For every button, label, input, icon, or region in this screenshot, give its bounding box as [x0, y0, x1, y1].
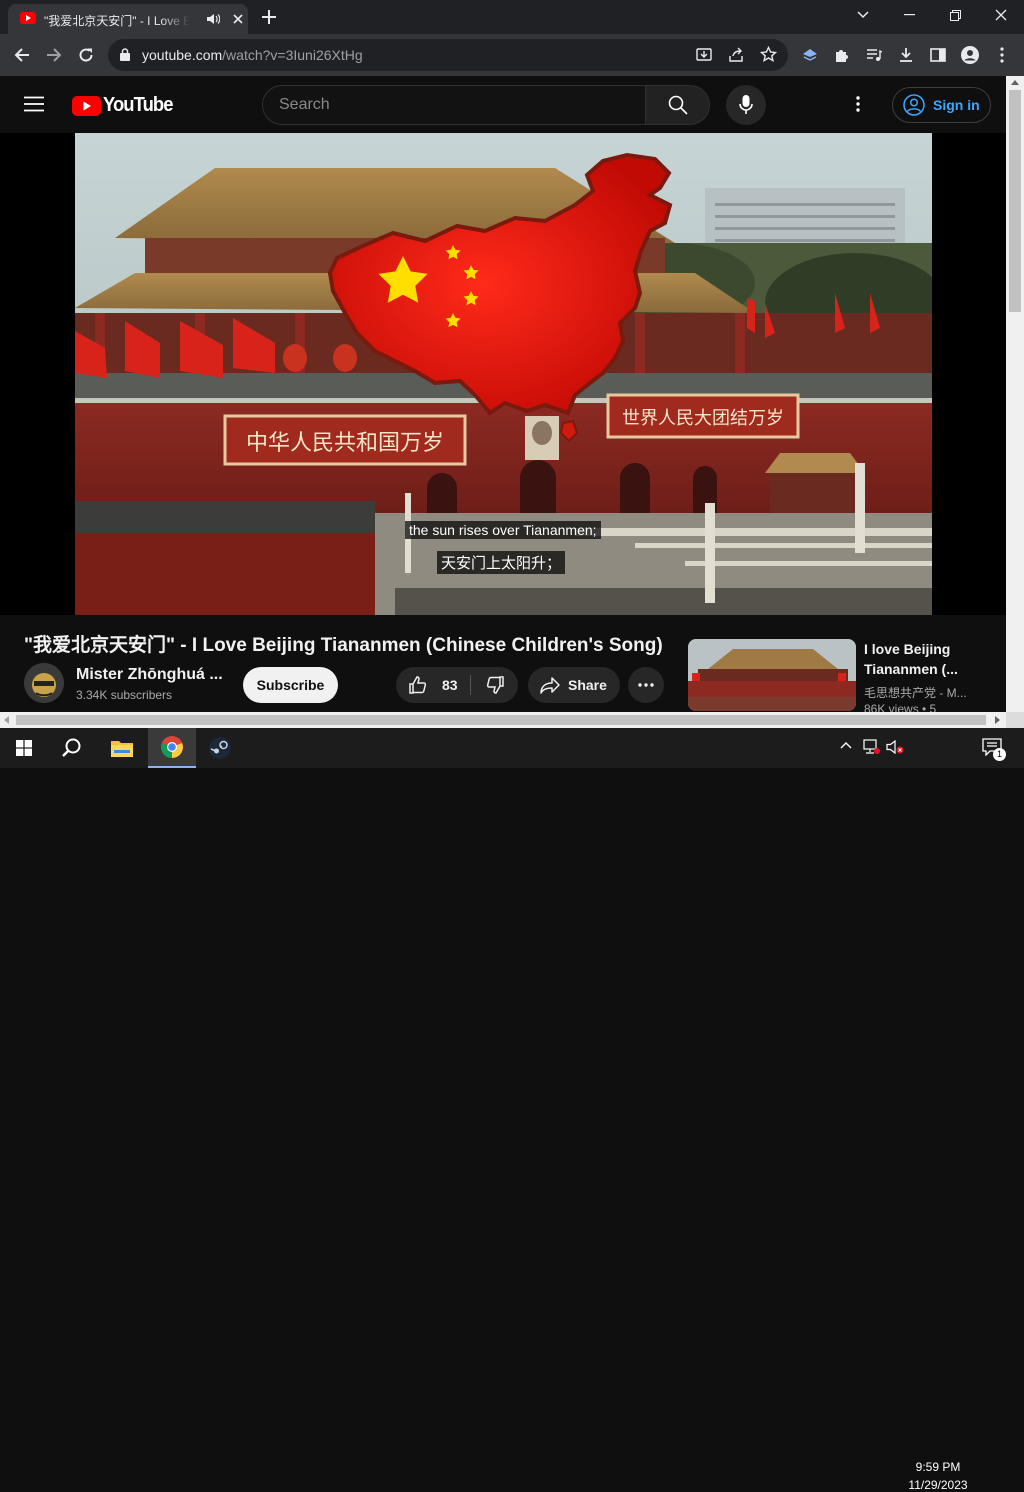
youtube-logo[interactable]: YouTube [72, 94, 179, 117]
sign-in-label: Sign in [933, 97, 980, 113]
browser-tab[interactable]: "我爱北京天安门" - I Love Beijing Tiananmen (Ch… [8, 4, 248, 34]
share-page-icon[interactable] [728, 47, 744, 63]
subscriber-count: 3.34K subscribers [76, 688, 173, 702]
share-arrow-icon [540, 677, 560, 694]
file-explorer-icon[interactable] [98, 728, 146, 768]
url-text: youtube.com/watch?v=3Iuni26XtHg [142, 47, 363, 63]
bookmark-star-icon[interactable] [760, 46, 777, 63]
more-actions-button[interactable] [628, 667, 664, 703]
minimize-button[interactable] [886, 0, 932, 30]
thumbs-up-icon [409, 676, 427, 694]
youtube-logo-text: YouTube [103, 94, 173, 116]
related-video-title[interactable]: I love Beijing Tiananmen (... [864, 639, 994, 679]
windows-start-icon[interactable] [0, 728, 48, 768]
horizontal-scrollbar[interactable] [0, 712, 1006, 728]
browser-toolbar: youtube.com/watch?v=3Iuni26XtHg [0, 34, 1024, 76]
browser-tab-strip: "我爱北京天安门" - I Love Beijing Tiananmen (Ch… [0, 0, 1024, 34]
restore-button[interactable] [932, 0, 978, 30]
audio-playing-icon[interactable] [206, 13, 220, 25]
caption-english: the sun rises over Tiananmen; [405, 521, 601, 539]
settings-more-icon[interactable] [856, 96, 860, 112]
channel-name[interactable]: Mister Zhōnghuá ... [76, 666, 223, 684]
extension-icon[interactable] [798, 43, 822, 67]
like-dislike-group: 83 [396, 667, 518, 703]
address-bar[interactable]: youtube.com/watch?v=3Iuni26XtHg [108, 39, 788, 71]
thumbs-down-icon [486, 676, 504, 694]
scrollbar-corner [1006, 712, 1024, 728]
banner-right-text: 世界人民大团结万岁 [622, 408, 784, 429]
scroll-left-arrow-icon[interactable] [4, 716, 9, 724]
hamburger-menu-icon[interactable] [24, 96, 44, 112]
related-video-views: 86K views • 5 [864, 702, 937, 712]
scroll-up-arrow-icon[interactable] [1011, 80, 1019, 85]
account-circle-icon [903, 94, 925, 116]
subscribe-button[interactable]: Subscribe [243, 667, 338, 703]
share-label: Share [568, 677, 607, 693]
windows-taskbar: 9:59 PM 11/29/2023 1 [0, 728, 1024, 1492]
profile-avatar-icon[interactable] [958, 43, 982, 67]
search-input[interactable]: Search [262, 85, 646, 125]
tab-search-icon[interactable] [840, 0, 886, 30]
video-frame-image: 中华人民共和国万岁 世界人民大团结万岁 [75, 133, 932, 615]
close-window-button[interactable] [978, 0, 1024, 30]
steam-icon[interactable] [196, 728, 244, 768]
search-button[interactable] [646, 85, 710, 125]
side-panel-icon[interactable] [926, 43, 950, 67]
chrome-taskbar-icon[interactable] [148, 728, 196, 768]
back-arrow-icon[interactable] [10, 43, 34, 67]
search-placeholder: Search [279, 96, 330, 113]
sign-in-button[interactable]: Sign in [892, 87, 991, 123]
scroll-right-arrow-icon[interactable] [995, 716, 1000, 724]
share-button[interactable]: Share [528, 667, 620, 703]
vertical-scrollbar[interactable] [1006, 76, 1024, 712]
downloads-icon[interactable] [894, 43, 918, 67]
video-frame[interactable]: 中华人民共和国万岁 世界人民大团结万岁 the sun rises over T… [75, 133, 932, 615]
like-count: 83 [442, 677, 458, 693]
notification-badge: 1 [993, 748, 1006, 761]
media-queue-icon[interactable] [862, 43, 886, 67]
like-button[interactable]: 83 [396, 667, 470, 703]
taskbar-clock-time[interactable]: 9:59 PM [912, 1460, 964, 1474]
search-icon [668, 95, 688, 115]
related-video-channel: 毛思想共产党 - M... [864, 686, 967, 700]
tab-close-icon[interactable] [232, 13, 244, 25]
youtube-favicon-icon [20, 12, 36, 24]
more-horizontal-icon [638, 683, 654, 687]
voice-search-button[interactable] [726, 85, 766, 125]
network-icon[interactable] [862, 739, 880, 755]
channel-avatar[interactable] [24, 663, 64, 703]
caption-chinese: 天安门上太阳升； [437, 551, 566, 574]
youtube-play-logo-icon [72, 95, 101, 116]
new-tab-button[interactable] [260, 8, 278, 26]
show-hidden-icons-chevron-icon[interactable] [840, 741, 852, 749]
tab-title: "我爱北京天安门" - I Love Beijing Tiananmen (Ch… [44, 14, 190, 28]
vertical-scroll-thumb[interactable] [1009, 90, 1021, 312]
taskbar-search-icon[interactable] [48, 728, 96, 768]
forward-arrow-icon[interactable] [42, 43, 66, 67]
volume-muted-icon[interactable] [886, 740, 904, 754]
related-video-thumbnail[interactable] [688, 639, 856, 711]
youtube-masthead: YouTube Search Sign in [0, 76, 1006, 133]
video-title: "我爱北京天安门" - I Love Beijing Tiananmen (Ch… [24, 635, 663, 656]
lock-icon[interactable] [120, 48, 130, 61]
banner-left-text: 中华人民共和国万岁 [246, 431, 444, 456]
taskbar-clock-date[interactable]: 11/29/2023 [906, 1478, 970, 1492]
install-app-icon[interactable] [696, 47, 712, 63]
dislike-button[interactable] [471, 667, 518, 703]
horizontal-scroll-thumb[interactable] [16, 715, 986, 725]
reload-icon[interactable] [74, 43, 98, 67]
notification-center-icon[interactable]: 1 [982, 738, 1006, 761]
chrome-menu-icon[interactable] [990, 43, 1014, 67]
microphone-icon [739, 95, 753, 114]
extensions-puzzle-icon[interactable] [830, 43, 854, 67]
